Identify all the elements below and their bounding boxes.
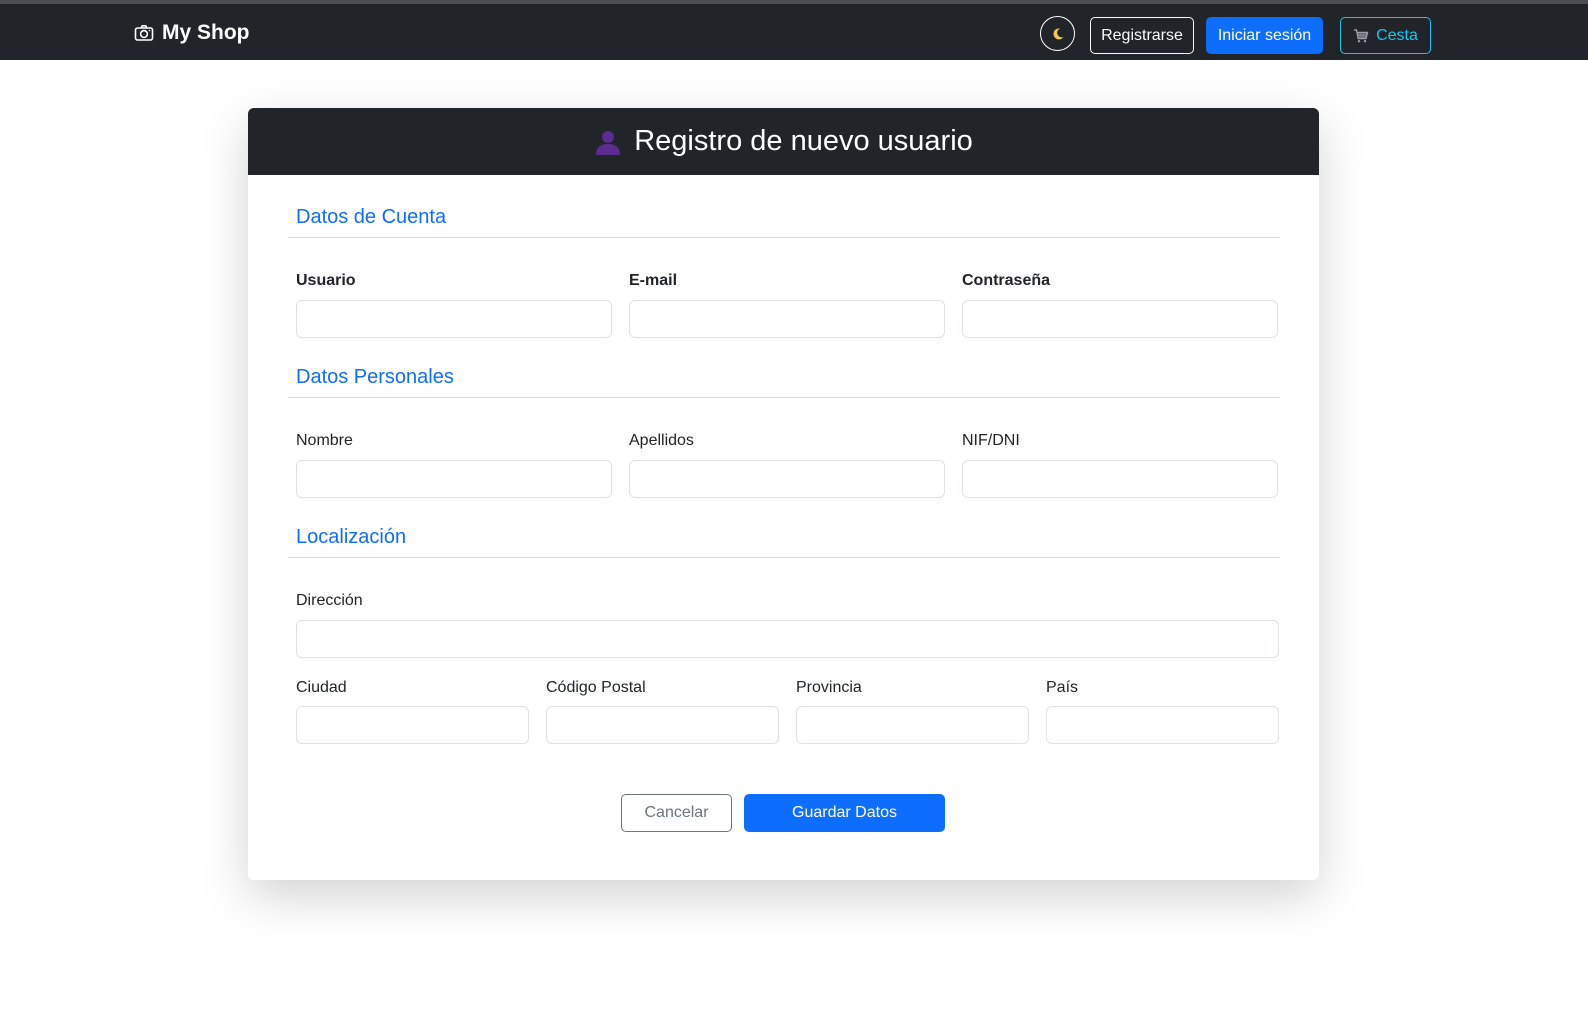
cart-icon bbox=[1354, 28, 1369, 42]
save-button[interactable]: Guardar Datos bbox=[744, 794, 945, 832]
section-divider bbox=[288, 237, 1280, 238]
cart-label: Cesta bbox=[1376, 26, 1418, 44]
label-email: E-mail bbox=[629, 272, 678, 289]
apellidos-input[interactable] bbox=[629, 460, 945, 498]
register-button[interactable]: Registrarse bbox=[1090, 17, 1194, 54]
login-button[interactable]: Iniciar sesión bbox=[1206, 17, 1323, 54]
card-title: Registro de nuevo usuario bbox=[634, 125, 973, 157]
camera-icon bbox=[134, 25, 154, 41]
label-ciudad: Ciudad bbox=[296, 679, 347, 696]
label-nif: NIF/DNI bbox=[962, 432, 1020, 449]
section-divider bbox=[288, 397, 1280, 398]
nombre-input[interactable] bbox=[296, 460, 612, 498]
section-title-account: Datos de Cuenta bbox=[296, 206, 447, 228]
moon-icon bbox=[1052, 27, 1063, 39]
cancel-button[interactable]: Cancelar bbox=[621, 794, 732, 832]
email-input[interactable] bbox=[629, 300, 945, 338]
label-codigo-postal: Código Postal bbox=[546, 679, 646, 696]
usuario-input[interactable] bbox=[296, 300, 612, 338]
ciudad-input[interactable] bbox=[296, 706, 529, 744]
label-password: Contraseña bbox=[962, 272, 1051, 289]
password-input[interactable] bbox=[962, 300, 1278, 338]
label-usuario: Usuario bbox=[296, 272, 356, 289]
direccion-input[interactable] bbox=[296, 620, 1279, 658]
section-divider bbox=[288, 557, 1280, 558]
theme-toggle-button[interactable] bbox=[1040, 16, 1075, 51]
brand-link[interactable]: My Shop bbox=[134, 20, 250, 46]
section-title-personal: Datos Personales bbox=[296, 366, 454, 388]
label-apellidos: Apellidos bbox=[629, 432, 694, 449]
nif-input[interactable] bbox=[962, 460, 1278, 498]
codigo-postal-input[interactable] bbox=[546, 706, 779, 744]
section-title-location: Localización bbox=[296, 526, 407, 548]
user-icon bbox=[596, 130, 621, 155]
label-provincia: Provincia bbox=[796, 679, 862, 696]
card-header: Registro de nuevo usuario bbox=[248, 108, 1319, 175]
provincia-input[interactable] bbox=[796, 706, 1029, 744]
brand-name: My Shop bbox=[162, 21, 250, 44]
label-pais: País bbox=[1046, 679, 1079, 696]
navbar: My Shop Registrarse Iniciar sesión Cesta bbox=[0, 4, 1588, 60]
label-direccion: Dirección bbox=[296, 592, 363, 609]
cart-button[interactable]: Cesta bbox=[1340, 17, 1431, 54]
label-nombre: Nombre bbox=[296, 432, 353, 449]
registration-card: Registro de nuevo usuario Datos de Cuent… bbox=[248, 108, 1319, 880]
pais-input[interactable] bbox=[1046, 706, 1279, 744]
